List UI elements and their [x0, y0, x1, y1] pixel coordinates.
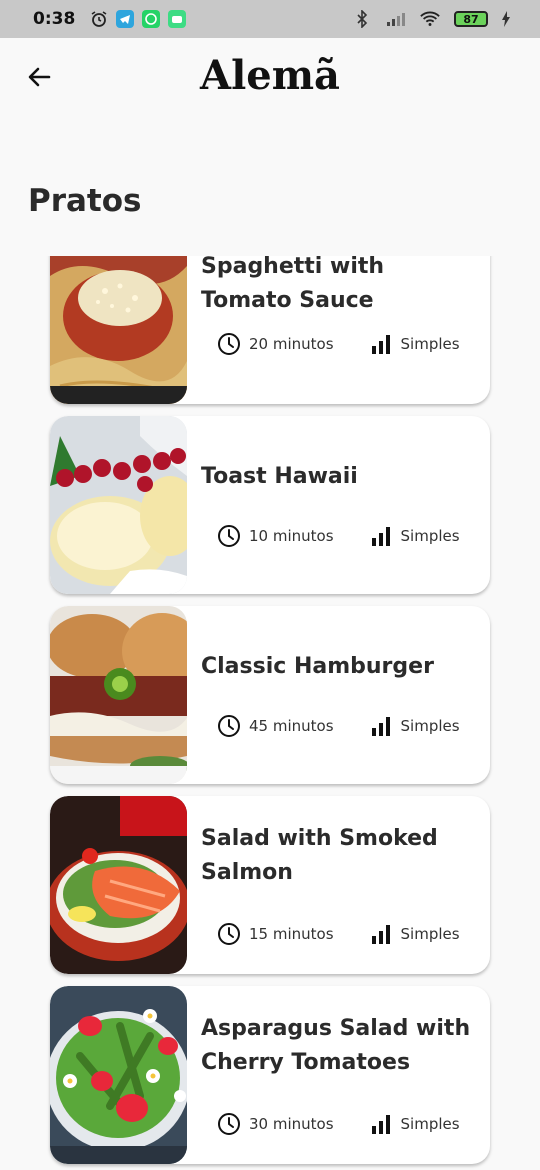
complexity-label: Simples — [400, 717, 460, 735]
clock-icon — [218, 333, 240, 355]
dish-card[interactable]: Asparagus Salad with Cherry Tomatoes 30 … — [50, 986, 490, 1164]
dish-card[interactable]: Classic Hamburger 45 minutos Simples — [50, 606, 490, 784]
duration-label: 45 minutos — [249, 717, 334, 735]
dish-info: Toast Hawaii 10 minutos Simples — [187, 416, 490, 594]
complexity-label: Simples — [400, 335, 460, 353]
clock-icon — [218, 525, 240, 547]
battery-indicator: 87 — [454, 11, 488, 27]
dish-card[interactable]: Salad with Smoked Salmon 15 minutos Simp… — [50, 796, 490, 974]
dish-card[interactable]: Spaghetti with Tomato Sauce 20 minutos S… — [50, 256, 490, 404]
whatsapp-icon — [141, 9, 161, 29]
dish-complexity: Simples — [369, 1112, 460, 1136]
dish-meta: 15 minutos Simples — [217, 922, 470, 946]
dish-info: Salad with Smoked Salmon 15 minutos Simp… — [187, 796, 490, 974]
dish-image-spaghetti — [50, 256, 187, 404]
complexity-label: Simples — [400, 925, 460, 943]
section-title: Pratos — [28, 183, 142, 219]
dish-meta: 10 minutos Simples — [217, 524, 470, 548]
dish-duration: 10 minutos — [217, 524, 334, 548]
dish-image-toast-hawaii — [50, 416, 187, 594]
signal-bars-icon — [371, 1115, 390, 1134]
dish-meta: 45 minutos Simples — [217, 714, 470, 738]
duration-label: 15 minutos — [249, 925, 334, 943]
android-app-icon — [167, 9, 187, 29]
status-time: 0:38 — [33, 9, 76, 29]
complexity-label: Simples — [400, 1115, 460, 1133]
dish-complexity: Simples — [369, 524, 460, 548]
page-title: Alemã — [200, 52, 340, 99]
duration-label: 10 minutos — [249, 527, 334, 545]
status-bar: 0:38 87 — [0, 0, 540, 38]
dish-card[interactable]: Toast Hawaii 10 minutos Simples — [50, 416, 490, 594]
dish-meta: 30 minutos Simples — [217, 1112, 470, 1136]
clock-icon — [218, 1113, 240, 1135]
dish-complexity: Simples — [369, 332, 460, 356]
duration-label: 20 minutos — [249, 335, 334, 353]
alarm-icon — [89, 9, 109, 29]
bluetooth-icon — [352, 9, 372, 29]
dish-list[interactable]: Spaghetti with Tomato Sauce 20 minutos S… — [0, 256, 540, 1170]
dish-duration: 20 minutos — [217, 332, 334, 356]
dish-duration: 45 minutos — [217, 714, 334, 738]
clock-icon — [218, 715, 240, 737]
charging-icon — [496, 9, 516, 29]
dish-duration: 30 minutos — [217, 1112, 334, 1136]
dish-name: Toast Hawaii — [201, 464, 358, 489]
dish-name: Classic Hamburger — [201, 654, 434, 679]
dish-complexity: Simples — [369, 922, 460, 946]
dish-complexity: Simples — [369, 714, 460, 738]
wifi-icon — [420, 9, 440, 29]
app-bar: Alemã — [0, 38, 540, 118]
signal-bars-icon — [371, 717, 390, 736]
dish-image-hamburger — [50, 606, 187, 784]
dish-name: Asparagus Salad with Cherry Tomatoes — [201, 1016, 471, 1075]
dish-name: Spaghetti with Tomato Sauce — [201, 256, 385, 313]
dish-duration: 15 minutos — [217, 922, 334, 946]
complexity-label: Simples — [400, 527, 460, 545]
dish-image-salmon-salad — [50, 796, 187, 974]
dish-info: Asparagus Salad with Cherry Tomatoes 30 … — [187, 986, 490, 1164]
dish-info: Spaghetti with Tomato Sauce 20 minutos S… — [187, 256, 490, 404]
dish-image-asparagus-salad — [50, 986, 187, 1164]
telegram-icon — [115, 9, 135, 29]
dish-meta: 20 minutos Simples — [217, 332, 470, 356]
signal-bars-icon — [371, 925, 390, 944]
signal-bars-icon — [371, 527, 390, 546]
duration-label: 30 minutos — [249, 1115, 334, 1133]
cell-signal-icon — [386, 9, 406, 29]
dish-info: Classic Hamburger 45 minutos Simples — [187, 606, 490, 784]
dish-name: Salad with Smoked Salmon — [201, 826, 438, 885]
clock-icon — [218, 923, 240, 945]
signal-bars-icon — [371, 335, 390, 354]
